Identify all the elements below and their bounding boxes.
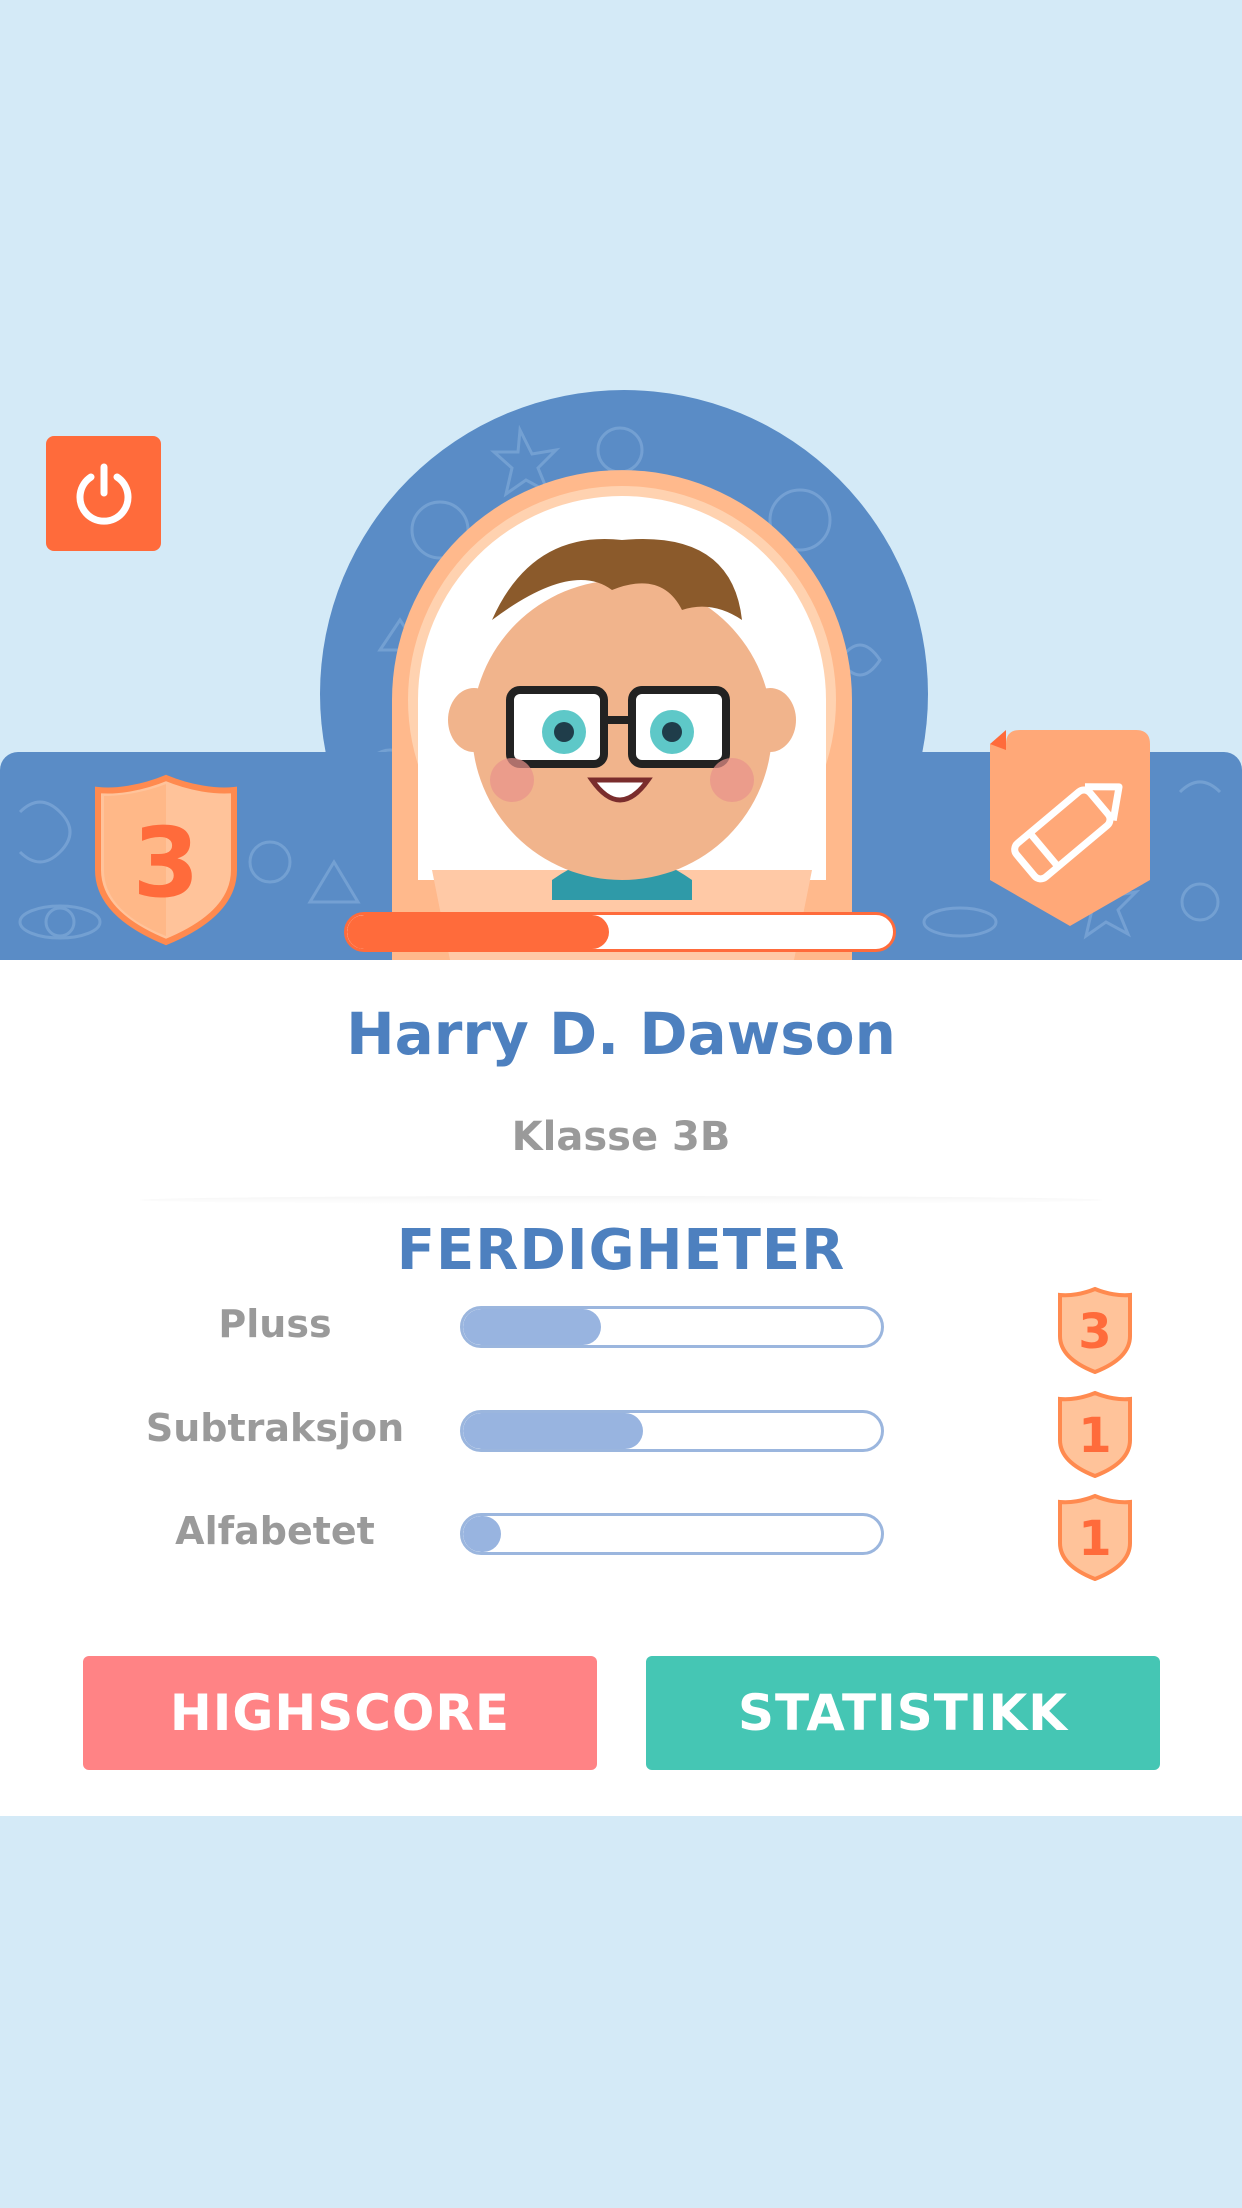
skills-title: FERDIGHETER bbox=[396, 1218, 846, 1283]
statistics-button[interactable]: STATISTIKK bbox=[646, 1656, 1160, 1770]
xp-progress-fill bbox=[347, 915, 610, 949]
skill-label: Subtraksjon bbox=[145, 1406, 405, 1450]
avatar bbox=[392, 470, 852, 970]
level-number: 3 bbox=[133, 807, 200, 919]
skill-row: Pluss 3 bbox=[0, 1286, 1242, 1376]
skill-row: Alfabetet 1 bbox=[0, 1493, 1242, 1583]
highscore-button[interactable]: HIGHSCORE bbox=[83, 1656, 597, 1770]
skill-level-number: 3 bbox=[1078, 1304, 1111, 1360]
skill-progress-fill bbox=[463, 1413, 643, 1449]
skill-label: Pluss bbox=[218, 1302, 332, 1346]
skill-level-shield-icon: 1 bbox=[1058, 1493, 1132, 1581]
skill-progress-bar bbox=[460, 1410, 884, 1452]
xp-progress-bar bbox=[344, 912, 896, 952]
skill-row: Subtraksjon 1 bbox=[0, 1390, 1242, 1480]
skill-progress-bar bbox=[460, 1513, 884, 1555]
player-class: Klasse 3B bbox=[511, 1114, 731, 1160]
power-icon bbox=[76, 463, 131, 525]
skill-progress-fill bbox=[463, 1309, 601, 1345]
power-button[interactable] bbox=[46, 436, 161, 551]
skill-progress-bar bbox=[460, 1306, 884, 1348]
skill-progress-fill bbox=[463, 1516, 501, 1552]
divider bbox=[140, 1196, 1102, 1204]
edit-profile-button[interactable] bbox=[990, 730, 1150, 930]
skill-level-number: 1 bbox=[1078, 1408, 1111, 1464]
skill-level-number: 1 bbox=[1078, 1511, 1111, 1567]
skill-label: Alfabetet bbox=[175, 1509, 375, 1553]
skill-level-shield-icon: 1 bbox=[1058, 1390, 1132, 1478]
player-name: Harry D. Dawson bbox=[346, 1000, 896, 1068]
level-shield-icon: 3 bbox=[95, 774, 237, 946]
skill-level-shield-icon: 3 bbox=[1058, 1286, 1132, 1374]
